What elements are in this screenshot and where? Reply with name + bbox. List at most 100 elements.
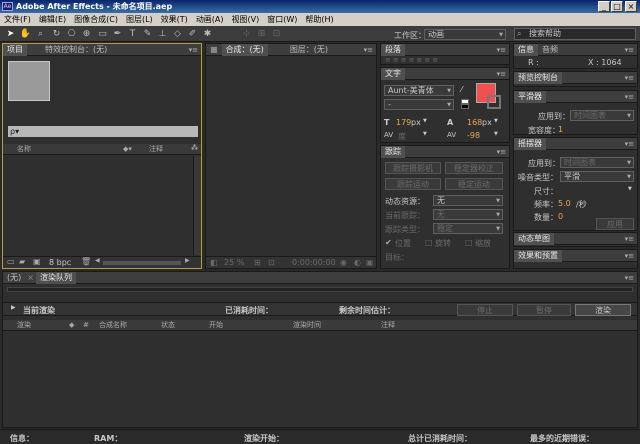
warp-stabilizer-button[interactable]: 稳定器校正 — [445, 162, 503, 174]
tab-render-queue[interactable]: 渲染队列 — [35, 272, 76, 284]
leading-value[interactable]: 168 — [467, 118, 482, 127]
effects-presets-title[interactable]: 效果和预置 — [514, 250, 562, 262]
font-select[interactable]: Aunt-美青体 — [384, 85, 454, 96]
motion-source-select[interactable]: 无 — [433, 195, 503, 206]
wiggler-apply-select[interactable]: 时间图表 — [560, 157, 634, 168]
axis-view-icon[interactable]: ⊡ — [270, 28, 283, 40]
column-number[interactable]: # — [83, 320, 89, 331]
track-motion-button[interactable]: 跟踪运动 — [385, 178, 441, 190]
panel-menu-icon[interactable]: ▾≡ — [364, 44, 373, 56]
font-size-value[interactable]: 179 — [396, 118, 411, 127]
tracking-dropdown-icon[interactable]: ▼ — [494, 131, 498, 137]
stop-button[interactable]: 停止 — [457, 304, 513, 316]
maximize-button[interactable]: □ — [611, 1, 623, 12]
render-button[interactable]: 渲染 — [575, 304, 631, 316]
eyedropper-icon[interactable]: ⁄ — [461, 85, 462, 94]
wiggler-apply-button[interactable]: 应用 — [596, 218, 634, 230]
lock-icon[interactable]: ■ — [206, 44, 222, 56]
interpret-footage-icon[interactable]: ▭ — [7, 257, 15, 266]
black-swatch[interactable] — [461, 104, 469, 109]
column-started[interactable]: 开始 — [209, 320, 223, 331]
stroke-color-swatch[interactable] — [487, 95, 501, 109]
tab-composition[interactable]: 合成：(无) — [221, 44, 268, 56]
paragraph-align-icons[interactable]: ≡≡≡≡≡≡≡ — [385, 56, 440, 64]
project-search-input[interactable]: ρ▾ — [8, 126, 198, 137]
panel-menu-icon[interactable]: ▾≡ — [625, 250, 634, 262]
paragraph-title[interactable]: 段落 — [381, 44, 405, 56]
workspace-select[interactable]: 动画 — [424, 29, 506, 40]
motion-sketch-title[interactable]: 动态草图 — [514, 233, 554, 245]
search-help-input[interactable]: 搜索帮助 — [514, 28, 636, 40]
menu-effect[interactable]: 效果(T) — [157, 13, 192, 26]
new-folder-icon[interactable]: ▰ — [19, 257, 25, 266]
region-icon[interactable]: ⊞ — [254, 258, 261, 267]
trash-icon[interactable]: 🗑 — [81, 257, 91, 266]
position-checkbox[interactable]: ✔ — [385, 238, 392, 247]
kerning-value[interactable]: 度 — [398, 131, 406, 142]
tab-layer[interactable]: 图层：(无) — [286, 44, 332, 56]
menu-file[interactable]: 文件(F) — [0, 13, 35, 26]
panel-menu-icon[interactable]: ▾≡ — [497, 146, 506, 158]
track-type-select[interactable]: 稳定 — [433, 223, 503, 234]
type-tool-icon[interactable]: T — [126, 28, 139, 40]
frequency-value[interactable]: 5.0 — [558, 199, 571, 208]
new-composition-icon[interactable]: ▣ — [33, 257, 41, 266]
tab-effect-controls[interactable]: 特效控制台：(无) — [41, 44, 111, 56]
preview-title[interactable]: 预览控制台 — [514, 72, 562, 84]
axis-world-icon[interactable]: ⊞ — [255, 28, 268, 40]
column-comp-name[interactable]: 合成名称 — [99, 320, 127, 331]
dimension-dropdown-icon[interactable]: ▼ — [628, 186, 632, 192]
menu-help[interactable]: 帮助(H) — [301, 13, 337, 26]
panel-menu-icon[interactable]: ▾≡ — [625, 91, 634, 103]
wiggler-title[interactable]: 摇摆器 — [514, 138, 546, 150]
pen-tool-icon[interactable]: ✒ — [111, 28, 124, 40]
puppet-tool-icon[interactable]: ✱ — [201, 28, 214, 40]
clone-stamp-tool-icon[interactable]: ⊥ — [156, 28, 169, 40]
label-tag-icon[interactable]: ◆ — [69, 320, 74, 331]
smoother-title[interactable]: 平滑器 — [514, 91, 546, 103]
views-icon[interactable]: ▣ — [366, 258, 374, 267]
kerning-dropdown-icon[interactable]: ▼ — [423, 131, 427, 137]
stabilize-motion-button[interactable]: 稳定运动 — [445, 178, 503, 190]
hand-tool-icon[interactable]: ✋ — [19, 28, 32, 40]
current-track-select[interactable]: 无 — [433, 209, 503, 220]
column-render-time[interactable]: 渲染时间 — [293, 320, 321, 331]
color-channel-icon[interactable]: ◐ — [354, 258, 361, 267]
project-scrollbar[interactable] — [193, 156, 201, 255]
scroll-left-icon[interactable]: ◀ — [95, 257, 100, 264]
text-title[interactable]: 文字 — [381, 68, 405, 80]
tab-info[interactable]: 信息 — [514, 44, 538, 56]
panel-menu-icon[interactable]: ▾≡ — [497, 44, 506, 56]
scroll-right-icon[interactable]: ▶ — [185, 257, 190, 264]
pause-button[interactable]: 暂停 — [517, 304, 571, 316]
minimize-button[interactable]: _ — [598, 1, 610, 12]
menu-edit[interactable]: 编辑(E) — [35, 13, 70, 26]
panel-menu-icon[interactable]: ▾≡ — [625, 72, 634, 84]
panel-menu-icon[interactable]: ▾≡ — [625, 272, 634, 284]
rotate-tool-icon[interactable]: ↻ — [50, 28, 63, 40]
tab-audio[interactable]: 音频 — [538, 44, 562, 56]
pan-behind-tool-icon[interactable]: ⊕ — [80, 28, 93, 40]
brush-tool-icon[interactable]: ✎ — [141, 28, 154, 40]
camera-tool-icon[interactable]: ⎔ — [65, 28, 78, 40]
selection-tool-icon[interactable]: ➤ — [4, 28, 17, 40]
leading-dropdown-icon[interactable]: ▼ — [494, 118, 498, 124]
eraser-tool-icon[interactable]: ◇ — [171, 28, 184, 40]
panel-menu-icon[interactable]: ▾≡ — [625, 44, 634, 56]
rotation-checkbox[interactable]: □ — [425, 238, 433, 247]
panel-menu-icon[interactable]: ▾≡ — [189, 44, 198, 56]
column-name[interactable]: 名称 — [17, 145, 31, 153]
roto-brush-tool-icon[interactable]: ✐ — [186, 28, 199, 40]
tolerance-value[interactable]: 1 — [558, 125, 563, 134]
current-render-toggle-icon[interactable]: ▶ — [11, 304, 16, 311]
panel-menu-icon[interactable]: ▾≡ — [497, 68, 506, 80]
axis-local-icon[interactable]: ⊹ — [240, 28, 253, 40]
zoom-tool-icon[interactable]: ⌕ — [34, 28, 47, 40]
column-comment[interactable]: 注释 — [381, 320, 395, 331]
menu-animation[interactable]: 动画(A) — [192, 13, 228, 26]
timecode[interactable]: 0:00:00:00 — [292, 258, 336, 267]
amount-value[interactable]: 0 — [558, 212, 563, 221]
menu-layer[interactable]: 图层(L) — [122, 13, 157, 26]
tracking-value[interactable]: -98 — [467, 131, 480, 140]
panel-menu-icon[interactable]: ▾≡ — [625, 233, 634, 245]
